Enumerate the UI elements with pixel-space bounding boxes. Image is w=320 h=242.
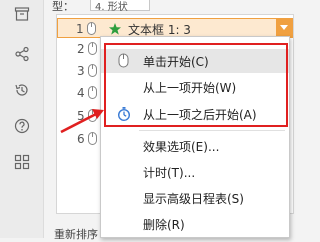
row-number: 2 xyxy=(77,42,85,56)
type-value-field[interactable]: 4. 形状 xyxy=(90,0,150,13)
share-icon[interactable] xyxy=(14,46,30,62)
mouse-icon xyxy=(88,42,97,55)
menu-item-timing[interactable]: 计时(T)... xyxy=(101,160,289,184)
left-sidebar xyxy=(0,0,44,238)
history-icon[interactable] xyxy=(14,82,30,98)
mouse-icon xyxy=(88,86,97,99)
menu-item-label: 删除(R) xyxy=(143,218,185,232)
menu-separator xyxy=(139,130,285,131)
archive-icon[interactable] xyxy=(14,6,30,22)
help-icon[interactable] xyxy=(14,118,30,134)
mouse-icon xyxy=(88,64,97,77)
menu-item-label: 效果选项(E)... xyxy=(143,140,220,154)
row-number: 4 xyxy=(77,86,85,100)
row-number: 3 xyxy=(77,64,85,78)
menu-item-label: 显示高级日程表(S) xyxy=(143,192,244,206)
menu-item-effect-options[interactable]: 效果选项(E)... xyxy=(101,134,289,158)
row-number: 1 xyxy=(76,22,84,36)
menu-item-label: 计时(T)... xyxy=(143,166,196,180)
mouse-icon xyxy=(87,22,96,35)
highlight-box xyxy=(104,43,288,127)
menu-item-remove[interactable]: 删除(R) xyxy=(101,212,289,236)
annotation-arrow-icon xyxy=(60,109,104,134)
animation-row-1[interactable]: 1 文本框 1: 3 xyxy=(57,18,293,38)
type-label: 型： xyxy=(52,0,74,13)
menu-item-show-advanced-timeline[interactable]: 显示高级日程表(S) xyxy=(101,186,289,210)
dropdown-arrow-icon[interactable] xyxy=(276,19,292,37)
apps-icon[interactable] xyxy=(14,154,30,170)
